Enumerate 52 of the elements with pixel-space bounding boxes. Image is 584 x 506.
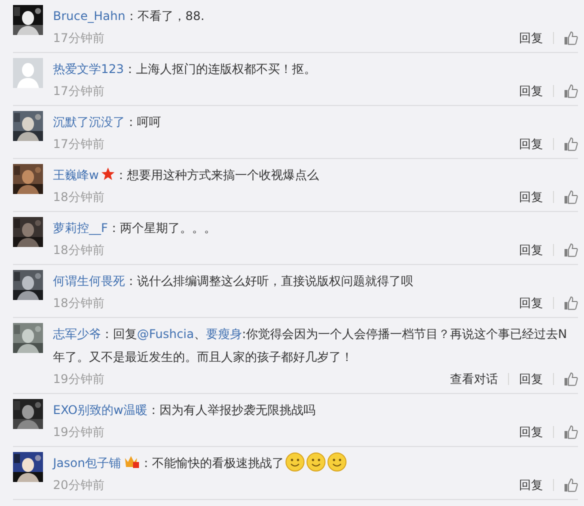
reply-link[interactable]: 回复 [519, 293, 543, 313]
thumbs-up-icon[interactable] [564, 137, 578, 151]
reply-link[interactable]: 回复 [519, 369, 543, 389]
user-name-link[interactable]: 沉默了沉没了 [53, 115, 125, 129]
reply-link[interactable]: 回复 [519, 240, 543, 260]
thumbs-up-icon[interactable] [564, 478, 578, 492]
timestamp: 20分钟前 [53, 477, 104, 494]
timestamp: 18分钟前 [53, 189, 104, 206]
view-conversation-link[interactable]: 查看对话 [450, 369, 498, 389]
comment-text: Bruce_Hahn：不看了，88. [53, 8, 206, 25]
thumbs-up-icon[interactable] [564, 84, 578, 98]
user-name-link[interactable]: 何谓生何畏死 [53, 274, 125, 288]
user-name-link[interactable]: Bruce_Hahn [53, 9, 126, 23]
timestamp: 19分钟前 [53, 424, 104, 441]
timestamp: 17分钟前 [53, 30, 104, 47]
thumbs-up-icon[interactable] [564, 190, 578, 204]
comment-text: 萝莉控__F：两个星期了。。。 [53, 220, 217, 237]
comment-text: 王巍峰w ：想要用这种方式来搞一个收视爆点么 [53, 166, 320, 184]
comment-text: 志军少爷：回复@Fushcia、要瘦身:你觉得会因为一个人会停播一档节目？再说这个事已经过去N年了。又不是最近发生的。而且人家的孩子都好几岁了！ [53, 326, 568, 366]
timestamp: 17分钟前 [53, 136, 104, 153]
timestamp: 18分钟前 [53, 295, 104, 312]
smiley-icon [285, 452, 306, 472]
default-avatar-icon [13, 58, 43, 88]
mention-link[interactable]: 要瘦身 [206, 327, 242, 341]
mention-link[interactable]: @Fushcia [137, 327, 194, 341]
reply-link[interactable]: 回复 [519, 28, 543, 48]
user-name-link[interactable]: EXO别致的w温暖 [53, 403, 148, 417]
user-name-link[interactable]: Jason包子铺 [53, 456, 122, 470]
thumbs-up-icon[interactable] [564, 296, 578, 310]
thumbs-up-icon[interactable] [564, 31, 578, 45]
timestamp: 17分钟前 [53, 83, 104, 100]
thumbs-up-icon[interactable] [564, 372, 578, 386]
reply-link[interactable]: 回复 [519, 187, 543, 207]
smiley-icon [306, 452, 326, 472]
reply-link[interactable]: 回复 [519, 422, 543, 442]
user-name-link[interactable]: 萝莉控__F [53, 221, 108, 235]
reply-link[interactable]: 回复 [519, 81, 543, 101]
comment-text: 热爱文学123：上海人抠门的连版权都不买！抠。 [53, 61, 317, 78]
comment-text: 何谓生何畏死：说什么排编调整这么好听，直接说版权问题就得了呗 [53, 273, 414, 290]
comment-text: 沉默了沉没了：呵呵 [53, 114, 162, 131]
reply-link[interactable]: 回复 [519, 134, 543, 154]
comment-text: EXO别致的w温暖：因为有人举报抄袭无限挑战吗 [53, 402, 316, 419]
thumbs-up-icon[interactable] [564, 243, 578, 257]
comment-text: Jason包子铺 ：不能愉快的看极速挑战了 [53, 452, 578, 475]
user-name-link[interactable]: 王巍峰w [53, 168, 99, 182]
timestamp: 19分钟前 [53, 371, 104, 388]
smiley-icon [327, 452, 348, 472]
thumbs-up-icon[interactable] [564, 425, 578, 439]
user-name-link[interactable]: 志军少爷 [53, 327, 101, 341]
reply-link[interactable]: 回复 [519, 475, 543, 495]
timestamp: 18分钟前 [53, 242, 104, 259]
user-name-link[interactable]: 热爱文学123 [53, 62, 124, 76]
